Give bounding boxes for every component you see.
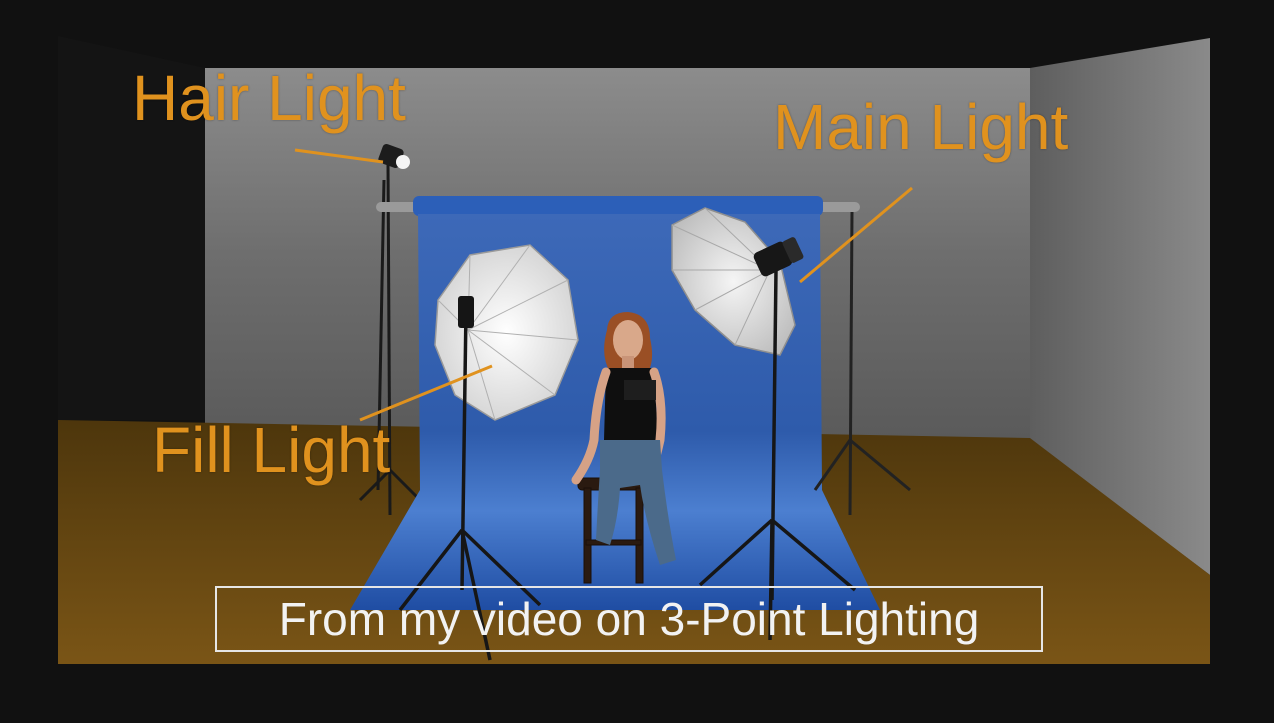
hair-light-label: Hair Light: [132, 62, 406, 134]
caption-box: From my video on 3-Point Lighting: [215, 586, 1043, 652]
fill-light-head: [458, 296, 474, 328]
fill-light-label: Fill Light: [152, 414, 391, 486]
caption-text: From my video on 3-Point Lighting: [278, 593, 980, 645]
main-light-label: Main Light: [773, 91, 1069, 163]
video-frame: Hair Light Main Light Fill Light From my…: [0, 0, 1274, 723]
